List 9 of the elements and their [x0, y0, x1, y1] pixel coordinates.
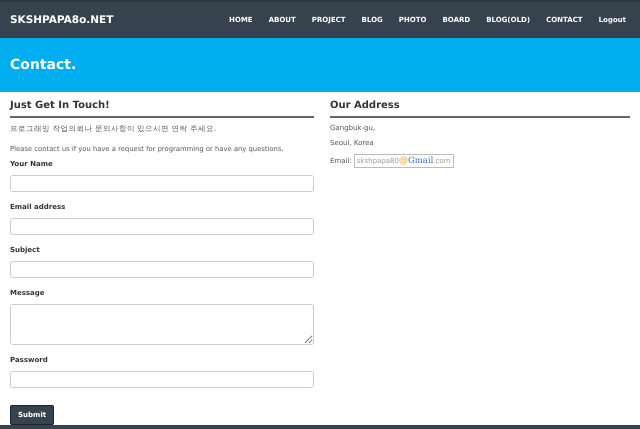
input-field[interactable] — [10, 218, 314, 235]
site-logo[interactable]: SKSHPAPA8o.NET — [10, 14, 114, 26]
page-title: Contact. — [10, 57, 76, 73]
section-heading: Just Get In Touch! — [10, 100, 314, 118]
section-heading: Our Address — [330, 100, 630, 118]
password-field[interactable] — [10, 371, 314, 388]
message-field[interactable] — [10, 304, 314, 345]
input-field[interactable] — [10, 175, 314, 192]
input-field[interactable] — [10, 261, 314, 278]
